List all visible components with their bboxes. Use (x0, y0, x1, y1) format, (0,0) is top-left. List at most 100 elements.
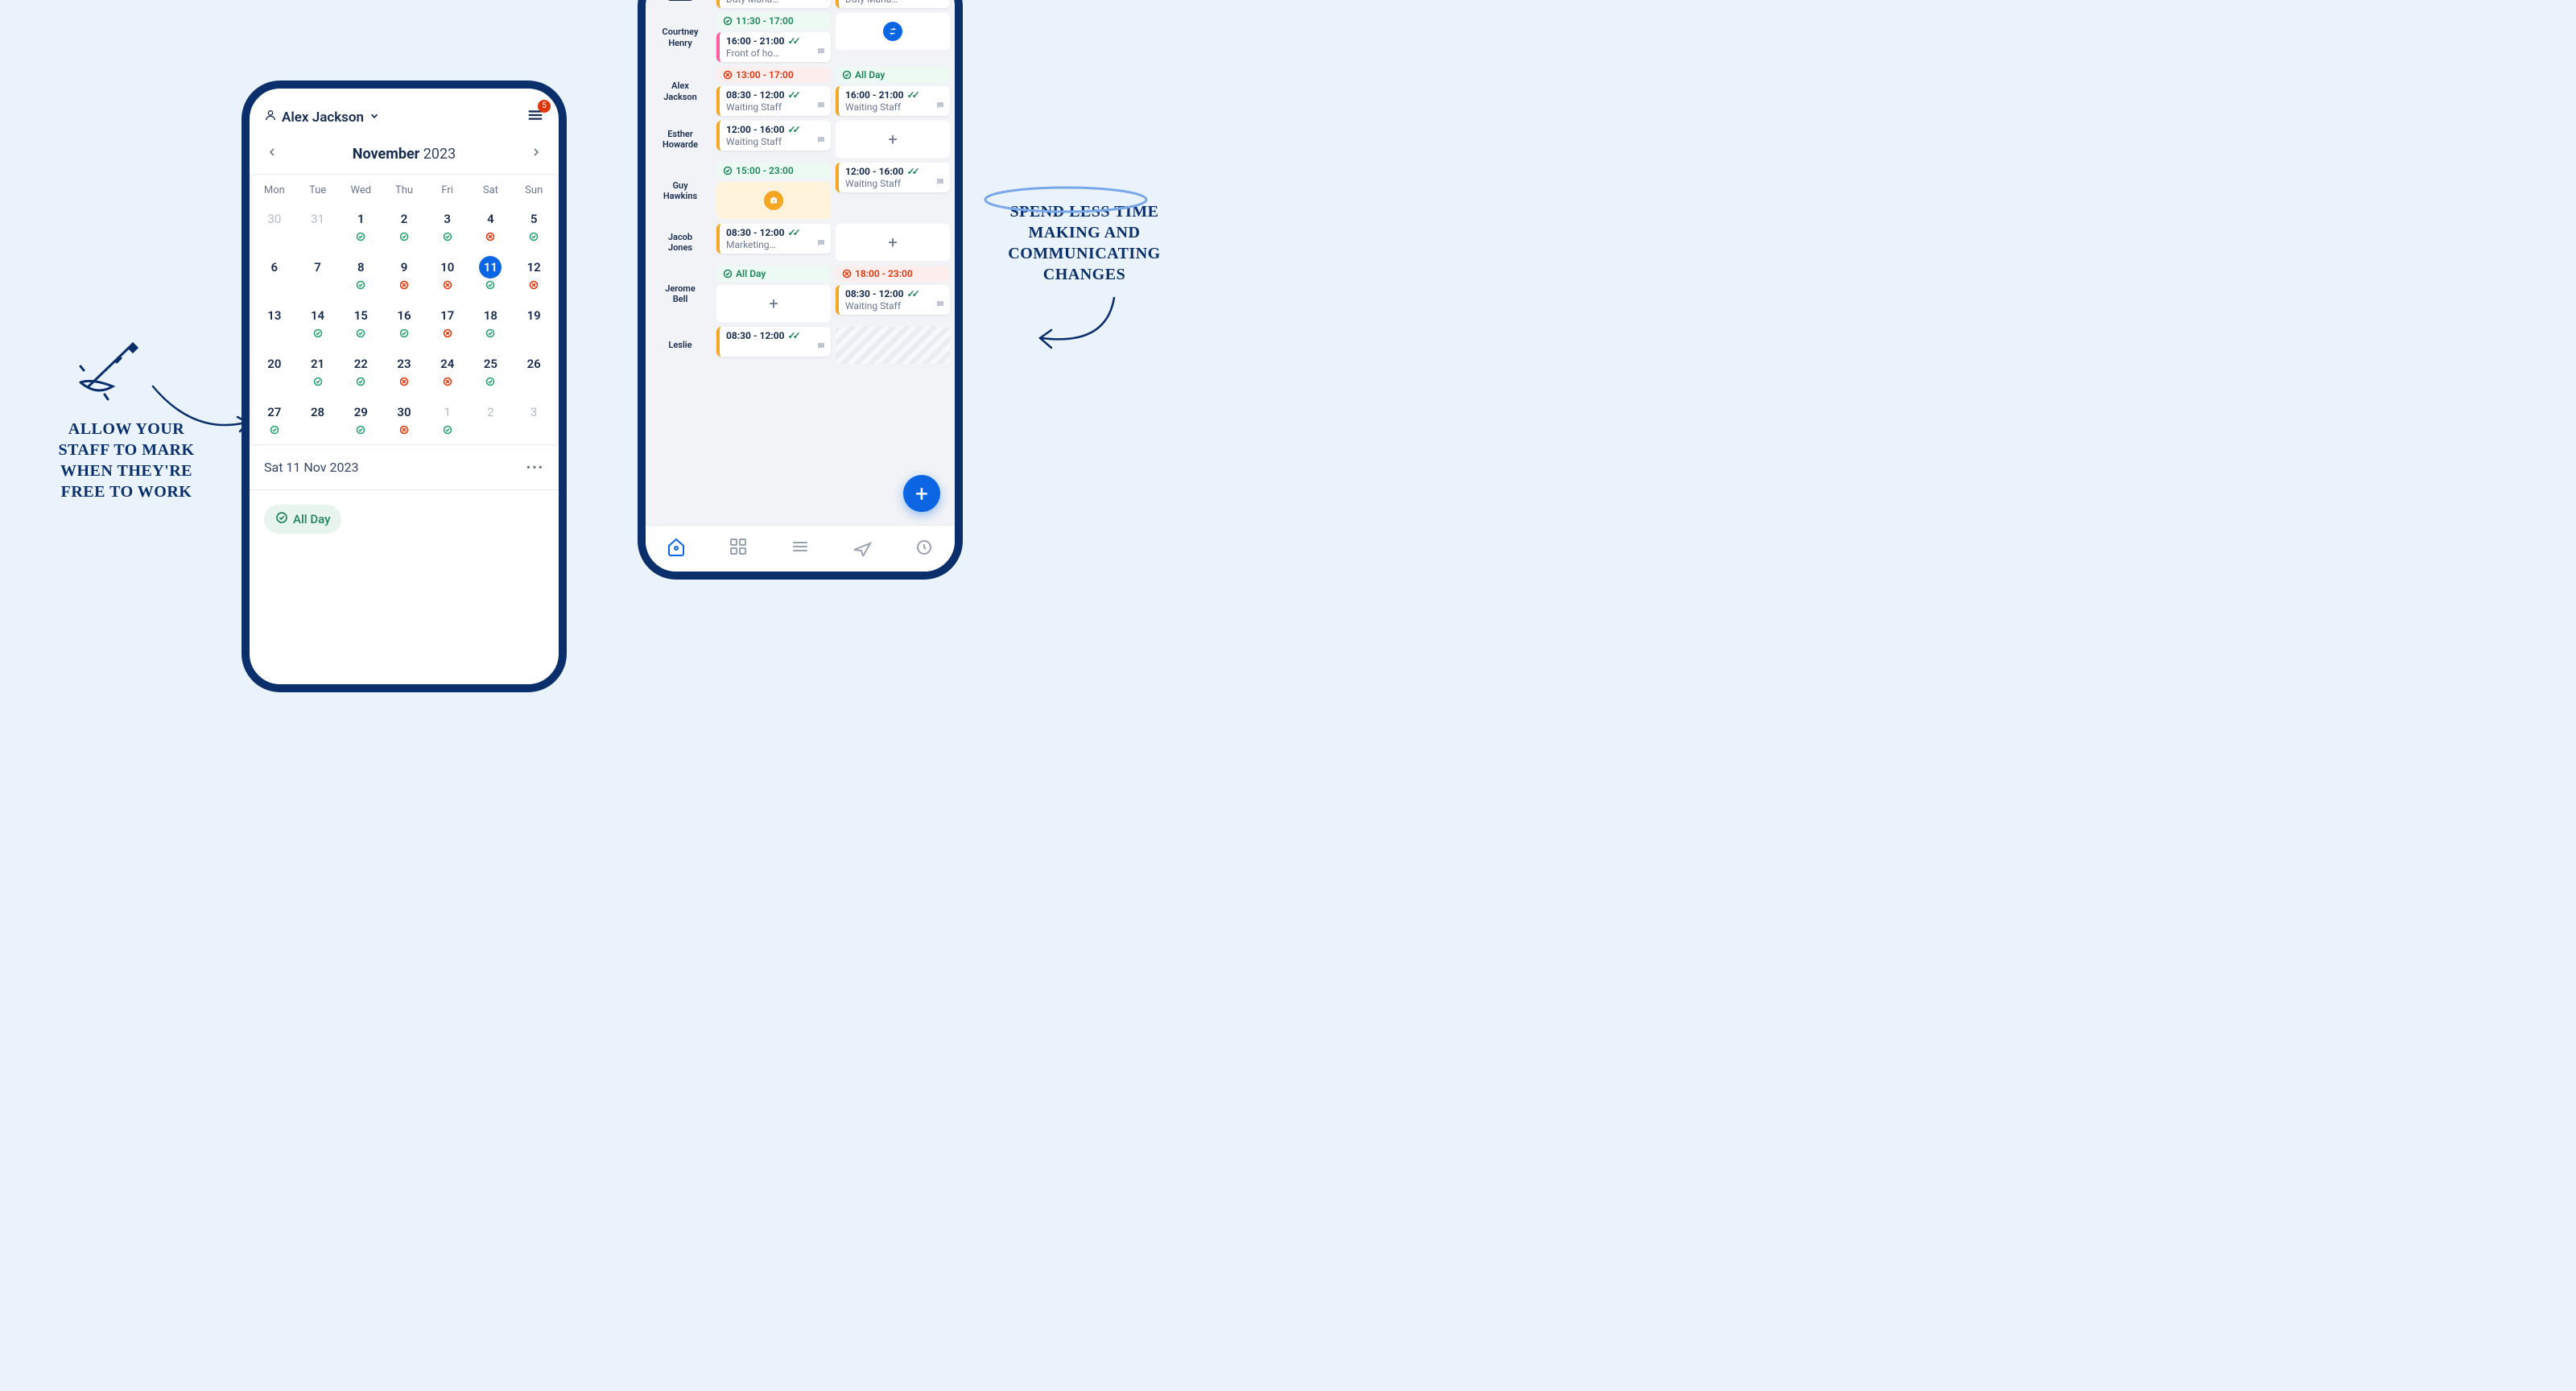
circle-scribble-icon (977, 184, 1154, 216)
calendar-day-cell[interactable]: 11 (469, 251, 513, 299)
shift-card[interactable]: 16:00 - 21:00 ✓✓Front of ho… (716, 32, 831, 62)
calendar-day-cell[interactable]: 13 (253, 299, 296, 348)
tab-shifts[interactable] (791, 537, 810, 561)
calendar-day-cell[interactable]: 20 (253, 348, 296, 396)
calendar-day-cell[interactable]: 19 (512, 299, 555, 348)
calendar-day-header: Sat (469, 175, 513, 203)
schedule-row-name: CourtneyHenry (650, 13, 712, 62)
calendar-day-cell[interactable]: 29 (339, 396, 382, 444)
shift-card[interactable]: 08:30 - 12:00 ✓✓Marketing… (716, 224, 831, 254)
shift-card[interactable]: 16:00 - 21:00 ✓✓Waiting Staff (836, 86, 950, 116)
icon-cell[interactable] (836, 13, 950, 50)
calendar-day-cell[interactable]: 31 (296, 203, 340, 251)
chat-icon (935, 177, 945, 189)
calendar-day-cell[interactable]: 12 (512, 251, 555, 299)
bottom-tab-bar (646, 525, 955, 572)
double-check-icon: ✓✓ (788, 330, 798, 341)
phone-calendar: Alex Jackson 5 November 2023 MonTueWedTh… (242, 80, 567, 692)
shift-card[interactable]: 08:30 - 12:00 ✓✓Waiting Staff (716, 86, 831, 116)
add-shift-fab[interactable]: + (903, 475, 940, 512)
calendar-day-cell[interactable]: 9 (382, 251, 426, 299)
unavailable-icon (469, 232, 513, 243)
shift-card[interactable]: 12:00 - 16:00 ✓✓Waiting Staff (716, 121, 831, 151)
calendar-day-cell[interactable]: 3 (512, 396, 555, 444)
blank-icon (512, 425, 555, 436)
blank-icon (469, 425, 513, 436)
double-check-icon: ✓✓ (907, 288, 917, 299)
calendar-day-cell[interactable]: 8 (339, 251, 382, 299)
schedule-body: You08:30 - 12:00 ✓✓Duty Mana…16:00 - 21:… (646, 0, 955, 525)
calendar-day-cell[interactable]: 18 (469, 299, 513, 348)
tab-home[interactable] (667, 537, 686, 561)
calendar-day-cell[interactable]: 30 (253, 203, 296, 251)
available-icon (469, 328, 513, 340)
calendar-day-cell[interactable]: 15 (339, 299, 382, 348)
available-icon (253, 425, 296, 436)
shift-card[interactable]: 08:30 - 12:00 ✓✓Duty Mana… (716, 0, 831, 8)
more-options-button[interactable]: ••• (526, 460, 544, 475)
schedule-row: AlexJackson 13:00 - 17:00 08:30 - 12:00 ✓… (646, 64, 955, 118)
blank-icon (512, 377, 555, 388)
schedule-row-name: AlexJackson (650, 67, 712, 116)
unavailable-icon (426, 280, 469, 291)
chat-icon (935, 101, 945, 113)
availability-chip[interactable]: All Day (264, 505, 341, 534)
calendar-day-cell[interactable]: 23 (382, 348, 426, 396)
calendar-day-cell[interactable]: 28 (296, 396, 340, 444)
schedule-row-name: JeromeBell (650, 266, 712, 322)
empty-cell (836, 327, 950, 364)
calendar-day-cell[interactable]: 25 (469, 348, 513, 396)
chat-icon (935, 299, 945, 312)
shift-card[interactable]: 08:30 - 12:00 ✓✓ (716, 327, 831, 357)
calendar-day-cell[interactable]: 7 (296, 251, 340, 299)
shift-card[interactable]: 08:30 - 12:00 ✓✓Waiting Staff (836, 285, 950, 315)
calendar-day-cell[interactable]: 2 (469, 396, 513, 444)
calendar-day-cell[interactable]: 2 (382, 203, 426, 251)
available-icon (426, 232, 469, 243)
blank-icon (512, 328, 555, 340)
add-shift-cell[interactable]: + (716, 285, 831, 322)
tab-leave[interactable] (852, 537, 872, 561)
calendar-day-cell[interactable]: 1 (426, 396, 469, 444)
calendar-day-cell[interactable]: 24 (426, 348, 469, 396)
calendar-day-cell[interactable]: 5 (512, 203, 555, 251)
person-icon (264, 109, 277, 126)
prev-month-button[interactable] (266, 146, 279, 163)
next-month-button[interactable] (530, 146, 543, 163)
schedule-row-name: JacobJones (650, 224, 712, 261)
calendar-day-cell[interactable]: 21 (296, 348, 340, 396)
user-selector[interactable]: Alex Jackson (264, 109, 380, 126)
add-shift-cell[interactable]: + (836, 224, 950, 261)
calendar-day-cell[interactable]: 14 (296, 299, 340, 348)
chevron-down-icon (369, 109, 380, 126)
double-check-icon: ✓✓ (788, 124, 798, 135)
calendar-day-cell[interactable]: 17 (426, 299, 469, 348)
calendar-day-cell[interactable]: 3 (426, 203, 469, 251)
calendar-day-cell[interactable]: 10 (426, 251, 469, 299)
tab-time[interactable] (914, 537, 934, 561)
check-circle-icon (275, 511, 288, 527)
calendar-day-cell[interactable]: 26 (512, 348, 555, 396)
icon-cell[interactable] (716, 182, 831, 219)
calendar-day-cell[interactable]: 22 (339, 348, 382, 396)
availability-pill: 13:00 - 17:00 (716, 67, 831, 83)
calendar-day-cell[interactable]: 4 (469, 203, 513, 251)
calendar-day-cell[interactable]: 27 (253, 396, 296, 444)
calendar-day-cell[interactable]: 6 (253, 251, 296, 299)
calendar-day-cell[interactable]: 30 (382, 396, 426, 444)
calendar-day-cell[interactable]: 1 (339, 203, 382, 251)
add-shift-cell[interactable]: + (836, 121, 950, 158)
calendar-day-cell[interactable]: 16 (382, 299, 426, 348)
shift-card[interactable]: 16:00 - 21:00 ✓✓Duty Mana… (836, 0, 950, 8)
schedule-row: EstherHowarde12:00 - 16:00 ✓✓Waiting Sta… (646, 118, 955, 160)
shift-card[interactable]: 12:00 - 16:00 ✓✓Waiting Staff (836, 163, 950, 192)
month-title: November 2023 (353, 146, 456, 163)
availability-label: All Day (293, 512, 330, 526)
double-check-icon: ✓✓ (788, 227, 798, 238)
blank-icon (253, 232, 296, 243)
available-icon (339, 232, 382, 243)
availability-pill: All Day (836, 67, 950, 83)
tab-apps[interactable] (729, 537, 748, 561)
menu-button[interactable]: 5 (526, 106, 544, 128)
pen-doodle-icon (72, 338, 169, 402)
